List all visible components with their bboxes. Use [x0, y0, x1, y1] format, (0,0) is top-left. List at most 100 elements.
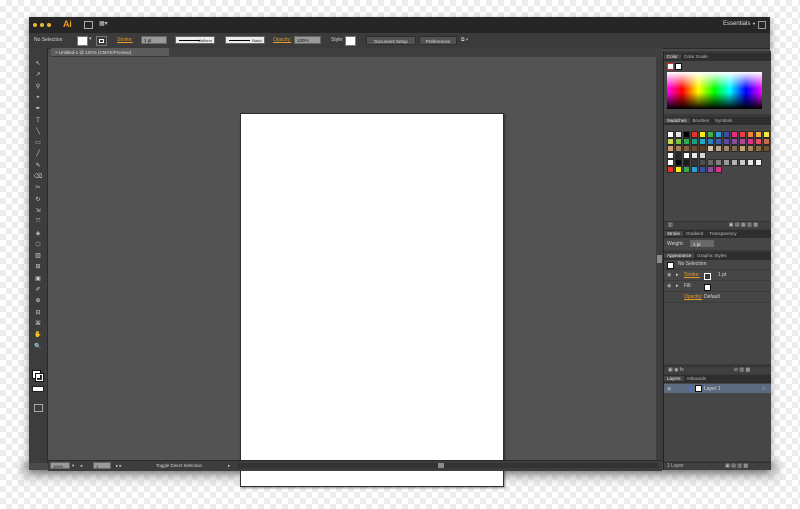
graphic-style-swatch[interactable] — [345, 36, 356, 46]
tool-icon[interactable]: ╲ — [33, 128, 43, 137]
swatch[interactable] — [715, 131, 722, 138]
tool-icon[interactable]: ✂ — [33, 184, 43, 193]
artboard[interactable] — [240, 113, 504, 487]
swatch[interactable] — [723, 138, 730, 145]
tool-icon[interactable]: ↻ — [33, 196, 43, 205]
tool-icon[interactable]: ▭ — [33, 139, 43, 148]
swatch[interactable] — [763, 131, 770, 138]
tab-color[interactable]: Color — [664, 54, 681, 59]
expand-arrow-icon[interactable]: ▸ — [676, 282, 679, 291]
swatch[interactable] — [739, 159, 746, 166]
document-setup-button[interactable]: Document Setup — [366, 36, 416, 45]
tool-icon[interactable]: ✎ — [33, 162, 43, 171]
status-text[interactable]: Toggle Direct Selection — [156, 463, 202, 468]
swatch[interactable] — [731, 145, 738, 152]
tool-icon[interactable]: ↖ — [33, 60, 43, 69]
visibility-eye-icon[interactable]: ◉ — [667, 386, 671, 392]
window-controls[interactable] — [33, 23, 54, 29]
swatch[interactable] — [699, 131, 706, 138]
swatch[interactable] — [691, 138, 698, 145]
tool-icon[interactable]: ⊞ — [33, 263, 43, 272]
swatch[interactable] — [683, 131, 690, 138]
swatch[interactable] — [731, 159, 738, 166]
swatch[interactable] — [691, 166, 698, 173]
appearance-stroke-row[interactable]: ◉ ▸ Stroke: 1 pt — [664, 271, 771, 281]
swatch[interactable] — [707, 138, 714, 145]
swatch[interactable] — [683, 145, 690, 152]
layer-actions-icon[interactable]: ▣ ▤ ▥ ▩ — [685, 463, 748, 469]
stroke-color-icon[interactable] — [35, 373, 44, 382]
tool-icon[interactable]: ✒ — [33, 105, 43, 114]
swatch[interactable] — [723, 159, 730, 166]
tool-icon[interactable]: ⊕ — [33, 297, 43, 306]
canvas[interactable] — [48, 57, 662, 487]
tool-icon[interactable]: ✋ — [33, 331, 43, 340]
workspace-switcher[interactable]: Essentials ▼ — [723, 21, 756, 27]
swatch[interactable] — [707, 131, 714, 138]
preferences-button[interactable]: Preferences — [419, 36, 457, 45]
fill-swatch[interactable] — [704, 284, 711, 291]
stroke-swatch[interactable] — [96, 36, 107, 46]
appearance-actions-icon[interactable]: ▣ ◉ fx — [664, 367, 684, 373]
opacity-field[interactable]: 100% — [294, 36, 321, 44]
horizontal-scrollbar[interactable] — [238, 463, 658, 468]
tab-graphic-styles[interactable]: Graphic Styles — [694, 253, 729, 258]
swatch[interactable] — [691, 131, 698, 138]
swatch[interactable] — [691, 145, 698, 152]
chevron-down-icon[interactable]: ▾ — [72, 463, 74, 469]
swatch[interactable] — [731, 131, 738, 138]
tool-icon[interactable]: ◈ — [33, 230, 43, 239]
swatch[interactable] — [707, 166, 714, 173]
search-icon[interactable] — [758, 21, 766, 29]
swatch[interactable] — [675, 131, 682, 138]
appearance-opacity-label[interactable]: Opacity: — [684, 293, 702, 302]
tool-icon[interactable]: ⌫ — [33, 173, 43, 182]
scrollbar-thumb[interactable] — [438, 463, 444, 468]
tool-icon[interactable]: ⇲ — [33, 207, 43, 216]
none-color-icon[interactable] — [667, 63, 674, 70]
swatch[interactable] — [747, 145, 754, 152]
swatch[interactable] — [699, 159, 706, 166]
swatch[interactable] — [667, 131, 674, 138]
tab-transparency[interactable]: Transparency — [706, 231, 739, 236]
swatch[interactable] — [723, 131, 730, 138]
swatch[interactable] — [699, 166, 706, 173]
swatch[interactable] — [723, 145, 730, 152]
scrollbar-thumb[interactable] — [657, 255, 662, 263]
tool-icon[interactable]: ╱ — [33, 150, 43, 159]
swatch[interactable] — [755, 131, 762, 138]
swatch[interactable] — [683, 152, 690, 159]
vertical-scrollbar[interactable] — [656, 57, 663, 463]
swatch[interactable] — [675, 145, 682, 152]
visibility-eye-icon[interactable]: ◉ — [667, 282, 671, 291]
tool-icon[interactable]: ⌘ — [33, 320, 43, 329]
swatch[interactable] — [747, 159, 754, 166]
swatch[interactable] — [755, 138, 762, 145]
appearance-stroke-label[interactable]: Stroke: — [684, 271, 700, 280]
layer-name[interactable]: Layer 1 — [704, 386, 721, 392]
tool-icon[interactable]: ⌖ — [33, 94, 43, 103]
color-mode-icon[interactable] — [32, 386, 44, 392]
swatch[interactable] — [707, 145, 714, 152]
swatch[interactable] — [683, 166, 690, 173]
artboard-field[interactable]: 1 — [93, 462, 111, 469]
swatch[interactable] — [683, 159, 690, 166]
previous-artboard-icon[interactable]: ◂ — [80, 463, 82, 469]
arrange-icon[interactable]: ⧉ ▾ — [461, 37, 468, 43]
tab-color-guide[interactable]: Color Guide — [681, 54, 711, 59]
white-color-icon[interactable] — [675, 63, 682, 70]
fill-swatch[interactable] — [77, 36, 88, 46]
appearance-opacity-row[interactable]: Opacity: Default — [664, 293, 771, 303]
tool-icon[interactable]: ↗ — [33, 71, 43, 80]
appearance-delete-icon[interactable]: ⊘ ▥ ▩ — [684, 367, 750, 373]
swatch[interactable] — [675, 138, 682, 145]
swatch[interactable] — [763, 145, 770, 152]
swatch[interactable] — [691, 152, 698, 159]
swatch[interactable] — [699, 138, 706, 145]
tool-icon[interactable]: 🔍 — [33, 343, 43, 352]
tab-gradient[interactable]: Gradient — [683, 231, 706, 236]
visibility-eye-icon[interactable]: ◉ — [667, 271, 671, 280]
stroke-weight-field[interactable]: 1 pt — [141, 36, 167, 44]
swatch[interactable] — [667, 159, 674, 166]
variable-width-profile[interactable]: Uniform — [175, 36, 215, 44]
